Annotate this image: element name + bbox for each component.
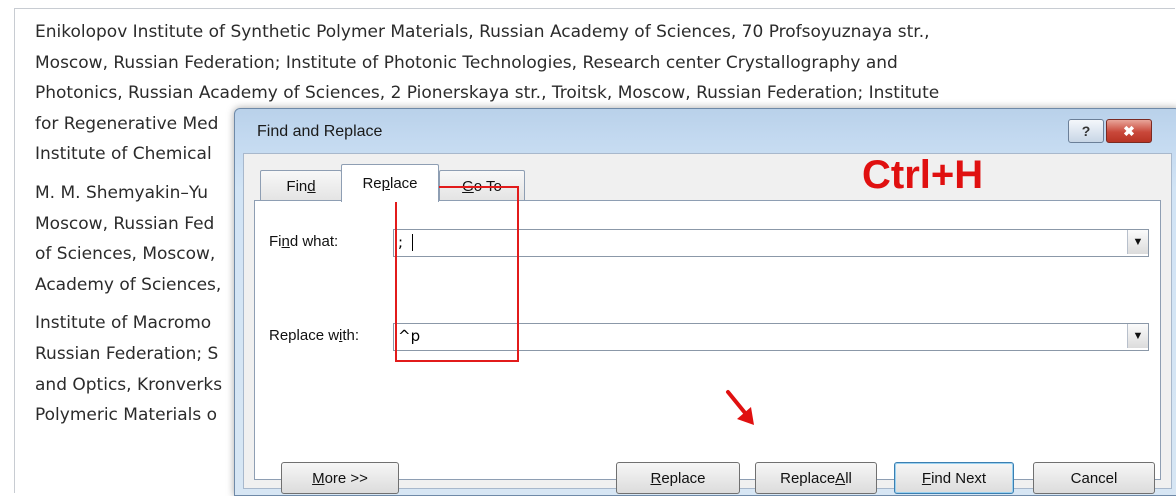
dialog-body: Find Replace Go To Find what: ▼ Replace … [243, 153, 1172, 494]
find-dropdown-button[interactable]: ▼ [1127, 230, 1148, 254]
tab-label: Replace [362, 175, 418, 192]
highlight-box [395, 186, 519, 362]
document-line: Moscow, Russian Federation; Institute of… [35, 52, 898, 73]
help-button[interactable]: ? [1068, 119, 1104, 143]
dialog-titlebar[interactable]: Find and Replace ? ✖ [235, 109, 1176, 153]
help-icon: ? [1081, 123, 1091, 139]
document-line: Enikolopov Institute of Synthetic Polyme… [35, 22, 930, 42]
close-button[interactable]: ✖ [1106, 119, 1152, 143]
replace-all-button[interactable]: Replace All [755, 462, 877, 494]
chevron-down-icon: ▼ [1132, 330, 1144, 342]
more-button[interactable]: More >> [281, 462, 399, 494]
find-next-button[interactable]: Find Next [894, 462, 1014, 494]
tab-label: Find [286, 177, 316, 195]
tab-replace[interactable]: Replace [341, 164, 439, 202]
close-icon: ✖ [1123, 122, 1135, 139]
cancel-button[interactable]: Cancel [1033, 462, 1155, 494]
find-replace-dialog: Find and Replace ? ✖ Find Replace Go To … [234, 108, 1176, 496]
chevron-down-icon: ▼ [1132, 236, 1144, 248]
document-line: Photonics, Russian Academy of Sciences, … [35, 83, 940, 104]
tab-find[interactable]: Find [260, 170, 342, 201]
replace-button[interactable]: Replace [616, 462, 740, 494]
arrow-annotation-icon [726, 390, 754, 425]
replace-with-label: Replace with: [269, 327, 360, 344]
replace-panel: Find what: ▼ Replace with: ▼ [254, 200, 1161, 480]
find-what-label: Find what: [269, 233, 339, 250]
replace-dropdown-button[interactable]: ▼ [1127, 324, 1148, 348]
shortcut-annotation: Ctrl+H [862, 153, 984, 197]
dialog-title: Find and Replace [257, 123, 383, 140]
